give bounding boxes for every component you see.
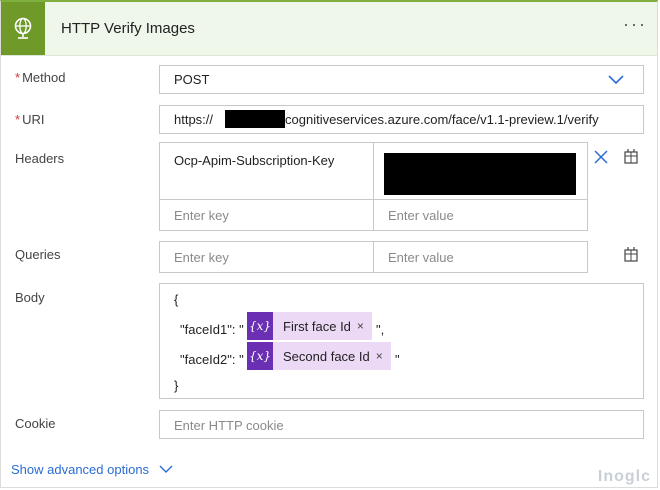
dynamic-token-first-face-id[interactable]: {x} First face Id × xyxy=(247,312,372,340)
body-faceid1-key: "faceId1": " xyxy=(180,322,244,337)
card-title: HTTP Verify Images xyxy=(61,20,195,37)
more-options-icon[interactable]: ··· xyxy=(623,14,647,35)
headers-label: Headers xyxy=(15,151,65,166)
query-value-input[interactable]: Enter value xyxy=(373,241,588,273)
uri-input[interactable]: https:// cognitiveservices.azure.com/fac… xyxy=(159,105,644,134)
switch-to-text-icon[interactable] xyxy=(623,148,639,167)
switch-to-text-icon[interactable] xyxy=(623,246,639,265)
globe-icon xyxy=(1,2,45,55)
body-line2-end: " xyxy=(395,352,400,367)
chevron-down-icon xyxy=(607,72,625,89)
body-editor[interactable]: { "faceId1": " {x} First face Id × ", "f… xyxy=(159,283,644,399)
query-key-input[interactable]: Enter key xyxy=(159,241,374,273)
remove-token-icon[interactable]: × xyxy=(357,319,372,333)
header-value-input[interactable]: Enter value xyxy=(373,199,588,231)
uri-prefix: https:// xyxy=(174,112,214,127)
redacted-block xyxy=(225,110,285,128)
header-key-field[interactable]: Ocp-Apim-Subscription-Key xyxy=(159,142,374,200)
method-label: * Method xyxy=(15,70,66,85)
expression-icon: {x} xyxy=(247,312,273,340)
redacted-value xyxy=(384,153,576,195)
chevron-down-icon xyxy=(159,465,173,473)
cookie-label: Cookie xyxy=(15,416,56,431)
body-open-brace: { xyxy=(174,292,179,307)
header-value-field[interactable] xyxy=(373,142,588,200)
body-faceid2-key: "faceId2": " xyxy=(180,352,244,367)
watermark-logo: Inoglc xyxy=(597,468,651,485)
uri-label: * URI xyxy=(15,112,45,127)
dynamic-token-second-face-id[interactable]: {x} Second face Id × xyxy=(247,342,391,370)
body-label: Body xyxy=(15,290,45,305)
method-value: POST xyxy=(174,72,210,87)
body-line1-end: ", xyxy=(376,322,385,337)
close-icon[interactable] xyxy=(594,150,608,167)
http-action-card: HTTP Verify Images ··· * Method POST * URI… xyxy=(0,0,658,488)
header-key-input[interactable]: Enter key xyxy=(159,199,374,231)
remove-token-icon[interactable]: × xyxy=(376,349,391,363)
cookie-input[interactable]: Enter HTTP cookie xyxy=(159,410,644,439)
body-close-brace: } xyxy=(174,378,179,393)
card-header[interactable]: HTTP Verify Images ··· xyxy=(1,2,657,56)
expression-icon: {x} xyxy=(247,342,273,370)
uri-suffix: cognitiveservices.azure.com/face/v1.1-pr… xyxy=(285,112,599,127)
queries-label: Queries xyxy=(15,247,61,262)
method-dropdown[interactable]: POST xyxy=(159,65,644,94)
show-advanced-options-link[interactable]: Show advanced options xyxy=(11,462,173,477)
